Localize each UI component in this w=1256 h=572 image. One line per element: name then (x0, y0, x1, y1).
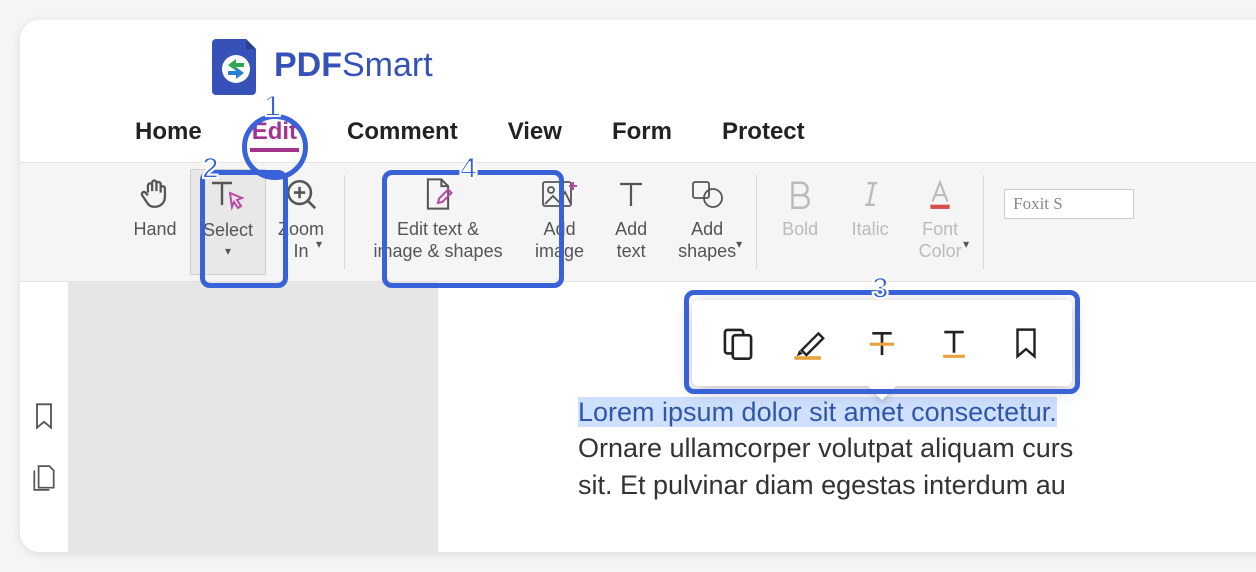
add-text-icon (616, 175, 646, 213)
font-color-label: Font Color (919, 219, 962, 262)
chevron-down-icon: ▾ (963, 237, 969, 251)
menu-home[interactable]: Home (135, 118, 202, 146)
strikethrough-icon (865, 326, 899, 360)
bookmark-panel-button[interactable] (32, 402, 56, 430)
logo-bar: PDFSmart (20, 20, 1256, 110)
hand-tool-button[interactable]: Hand (120, 169, 190, 275)
bold-label: Bold (782, 219, 818, 241)
italic-icon (858, 175, 882, 213)
menu-form[interactable]: Form (612, 118, 672, 146)
chevron-down-icon: ▾ (736, 237, 742, 251)
app-logo: PDFSmart (210, 35, 433, 95)
add-text-button[interactable]: Add text (596, 169, 666, 275)
copy-icon (721, 326, 755, 360)
bookmark-icon (1011, 326, 1041, 360)
divider (344, 175, 345, 269)
bold-button[interactable]: Bold (765, 169, 835, 275)
side-rail (20, 282, 68, 552)
doc-line-1: Lorem ipsum dolor sit amet consectetur. (578, 397, 1057, 427)
app-title-light: Smart (342, 46, 433, 84)
doc-line-2: Ornare ullamcorper volutpat aliquam curs (578, 430, 1256, 466)
app-title: PDFSmart (274, 46, 433, 85)
add-image-label: Add image (535, 219, 584, 262)
selection-context-toolbar (692, 300, 1072, 386)
add-image-icon (541, 175, 579, 213)
chevron-down-icon: ▾ (316, 237, 322, 251)
divider (756, 175, 757, 269)
add-image-button[interactable]: Add image (523, 169, 596, 275)
font-selector (992, 169, 1134, 275)
app-title-bold: PDF (274, 46, 342, 84)
select-label: Select (203, 220, 253, 242)
select-text-icon (208, 176, 248, 214)
logo-icon (210, 35, 262, 95)
hand-label: Hand (133, 219, 176, 241)
copy-button[interactable] (712, 317, 764, 369)
ribbon: Hand Select ▾ Zoom In ▾ (20, 162, 1256, 282)
font-color-button[interactable]: Font Color ▾ (905, 169, 975, 275)
zoom-in-icon (284, 175, 318, 213)
menu-protect[interactable]: Protect (722, 118, 805, 146)
menu-comment[interactable]: Comment (347, 118, 458, 146)
menubar: Home Edit Comment View Form Protect (20, 110, 1256, 162)
app-window: PDFSmart Home Edit Comment View Form Pro… (20, 20, 1256, 552)
italic-button[interactable]: Italic (835, 169, 905, 275)
add-shapes-button[interactable]: Add shapes ▾ (666, 169, 748, 275)
menu-edit[interactable]: Edit (252, 118, 297, 146)
add-shapes-icon (689, 175, 725, 213)
pages-panel-button[interactable] (32, 464, 56, 492)
add-text-label: Add text (615, 219, 647, 262)
divider (983, 175, 984, 269)
add-shapes-label: Add shapes (678, 219, 736, 262)
highlighter-icon (792, 326, 828, 360)
edit-objects-label: Edit text & image & shapes (374, 219, 503, 262)
font-color-icon (925, 175, 955, 213)
edit-page-icon (421, 175, 455, 213)
chevron-down-icon: ▾ (225, 244, 231, 258)
italic-label: Italic (852, 219, 889, 241)
bookmark-button[interactable] (1000, 317, 1052, 369)
edit-objects-button[interactable]: Edit text & image & shapes (353, 169, 523, 275)
thumbnail-gutter (68, 282, 438, 552)
strikethrough-button[interactable] (856, 317, 908, 369)
zoom-in-button[interactable]: Zoom In ▾ (266, 169, 336, 275)
font-name-input[interactable] (1004, 189, 1134, 219)
bold-icon (786, 175, 814, 213)
underline-button[interactable] (928, 317, 980, 369)
underline-icon (937, 326, 971, 360)
doc-line-3: sit. Et pulvinar diam egestas interdum a… (578, 467, 1256, 503)
select-tool-button[interactable]: Select ▾ (190, 169, 266, 275)
highlight-button[interactable] (784, 317, 836, 369)
hand-icon (138, 175, 172, 213)
menu-view[interactable]: View (508, 118, 562, 146)
